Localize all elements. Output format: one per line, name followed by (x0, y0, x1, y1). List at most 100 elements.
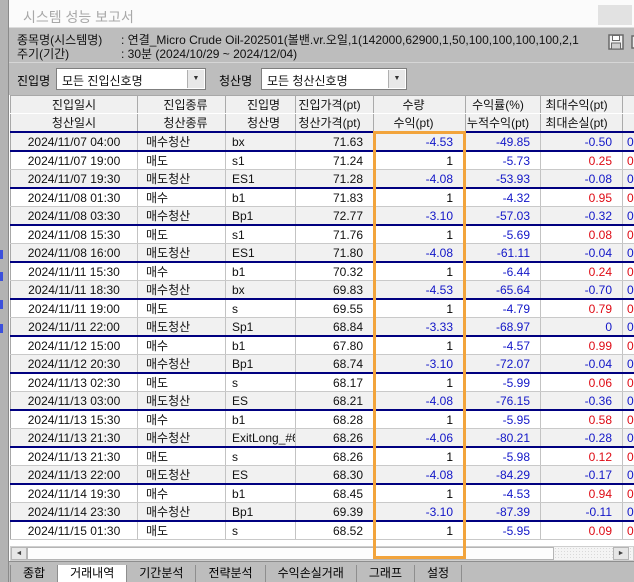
cell-signal-name[interactable]: s (226, 373, 296, 392)
cell-datetime[interactable]: 2024/11/08 16:00 (11, 244, 138, 263)
cell-max-profit-loss[interactable]: -0.36 (541, 392, 623, 411)
cell-clipped-edge[interactable]: 0 (623, 318, 634, 337)
cell-max-profit-loss[interactable]: 0 (541, 318, 623, 337)
cell-clipped-edge[interactable]: 0 (623, 521, 634, 540)
cell-price[interactable]: 68.74 (296, 355, 374, 374)
cell-clipped-edge[interactable]: 0 (623, 373, 634, 392)
cell-datetime[interactable]: 2024/11/14 19:30 (11, 484, 138, 503)
cell-max-profit-loss[interactable]: 0.25 (541, 151, 623, 170)
tab-전략분석[interactable]: 전략분석 (196, 565, 265, 582)
cell-rate-cumulative[interactable]: -4.79 (466, 299, 541, 318)
cell-max-profit-loss[interactable]: 0.12 (541, 447, 623, 466)
table-row[interactable]: 2024/11/13 15:30매수b168.281-5.950.580 (11, 410, 634, 429)
table-row[interactable]: 2024/11/07 19:00매도s171.241-5.730.250 (11, 151, 634, 170)
cell-price[interactable]: 69.55 (296, 299, 374, 318)
cell-max-profit-loss[interactable]: -0.08 (541, 170, 623, 189)
cell-max-profit-loss[interactable]: 0.06 (541, 373, 623, 392)
cell-rate-cumulative[interactable]: -72.07 (466, 355, 541, 374)
cell-clipped-edge[interactable]: 0 (623, 299, 634, 318)
cell-rate-cumulative[interactable]: -5.95 (466, 521, 541, 540)
cell-price[interactable]: 68.26 (296, 429, 374, 448)
cell-trade-type[interactable]: 매수청산 (138, 429, 226, 448)
cell-datetime[interactable]: 2024/11/08 01:30 (11, 188, 138, 207)
cell-signal-name[interactable]: b1 (226, 410, 296, 429)
cell-signal-name[interactable]: Sp1 (226, 318, 296, 337)
table-row[interactable]: 2024/11/08 16:00매도청산ES171.80-4.08-61.11-… (11, 244, 634, 263)
table-row[interactable]: 2024/11/11 22:00매도청산Sp168.84-3.33-68.970… (11, 318, 634, 337)
table-row[interactable]: 2024/11/08 15:30매도s171.761-5.690.080 (11, 225, 634, 244)
cell-qty-profit[interactable]: 1 (374, 188, 466, 207)
cell-price[interactable]: 68.52 (296, 521, 374, 540)
cell-price[interactable]: 68.30 (296, 466, 374, 485)
cell-price[interactable]: 71.63 (296, 132, 374, 151)
cell-max-profit-loss[interactable]: -0.32 (541, 207, 623, 226)
cell-trade-type[interactable]: 매수청산 (138, 207, 226, 226)
cell-max-profit-loss[interactable]: 0.58 (541, 410, 623, 429)
cell-price[interactable]: 69.39 (296, 503, 374, 522)
cell-datetime[interactable]: 2024/11/14 23:30 (11, 503, 138, 522)
cell-clipped-edge[interactable]: 0 (623, 262, 634, 281)
cell-qty-profit[interactable]: 1 (374, 521, 466, 540)
cell-qty-profit[interactable]: 1 (374, 484, 466, 503)
cell-qty-profit[interactable]: -4.53 (374, 281, 466, 300)
cell-datetime[interactable]: 2024/11/11 19:00 (11, 299, 138, 318)
cell-qty-profit[interactable]: 1 (374, 225, 466, 244)
cell-signal-name[interactable]: s1 (226, 225, 296, 244)
table-row[interactable]: 2024/11/15 01:30매도s68.521-5.950.090 (11, 521, 634, 540)
cell-rate-cumulative[interactable]: -76.15 (466, 392, 541, 411)
cell-qty-profit[interactable]: -3.33 (374, 318, 466, 337)
cell-clipped-edge[interactable]: 0 (623, 355, 634, 374)
cell-datetime[interactable]: 2024/11/13 02:30 (11, 373, 138, 392)
cell-rate-cumulative[interactable]: -4.57 (466, 336, 541, 355)
cell-max-profit-loss[interactable]: -0.70 (541, 281, 623, 300)
cell-signal-name[interactable]: bx (226, 132, 296, 151)
tab-거래내역[interactable]: 거래내역 (58, 565, 127, 582)
cell-signal-name[interactable]: Bp1 (226, 503, 296, 522)
table-row[interactable]: 2024/11/13 02:30매도s68.171-5.990.060 (11, 373, 634, 392)
cell-signal-name[interactable]: s (226, 521, 296, 540)
cell-signal-name[interactable]: ES1 (226, 170, 296, 189)
cell-rate-cumulative[interactable]: -5.98 (466, 447, 541, 466)
cell-datetime[interactable]: 2024/11/13 22:00 (11, 466, 138, 485)
scroll-right-arrow-icon[interactable]: ► (613, 547, 629, 560)
cell-max-profit-loss[interactable]: 0.24 (541, 262, 623, 281)
cell-datetime[interactable]: 2024/11/07 19:00 (11, 151, 138, 170)
cell-qty-profit[interactable]: -4.08 (374, 466, 466, 485)
cell-trade-type[interactable]: 매도 (138, 299, 226, 318)
cell-datetime[interactable]: 2024/11/13 15:30 (11, 410, 138, 429)
table-row[interactable]: 2024/11/13 22:00매도청산ES68.30-4.08-84.29-0… (11, 466, 634, 485)
cell-rate-cumulative[interactable]: -5.99 (466, 373, 541, 392)
table-row[interactable]: 2024/11/13 21:30매도s68.261-5.980.120 (11, 447, 634, 466)
cell-max-profit-loss[interactable]: 0.09 (541, 521, 623, 540)
cell-price[interactable]: 67.80 (296, 336, 374, 355)
table-row[interactable]: 2024/11/14 19:30매수b168.451-4.530.940 (11, 484, 634, 503)
cell-trade-type[interactable]: 매도 (138, 151, 226, 170)
cell-price[interactable]: 68.28 (296, 410, 374, 429)
table-row[interactable]: 2024/11/12 20:30매수청산Bp168.74-3.10-72.07-… (11, 355, 634, 374)
window-control-button[interactable] (598, 5, 632, 25)
cell-qty-profit[interactable]: -3.10 (374, 207, 466, 226)
cell-clipped-edge[interactable]: 0 (623, 336, 634, 355)
cell-trade-type[interactable]: 매수 (138, 410, 226, 429)
cell-rate-cumulative[interactable]: -68.97 (466, 318, 541, 337)
cell-clipped-edge[interactable]: 0 (623, 429, 634, 448)
cell-qty-profit[interactable]: 1 (374, 299, 466, 318)
cell-datetime[interactable]: 2024/11/13 21:30 (11, 447, 138, 466)
exit-signal-select[interactable]: 모든 청산신호명 ▼ (261, 68, 407, 90)
cell-qty-profit[interactable]: 1 (374, 151, 466, 170)
tab-종합[interactable]: 종합 (10, 565, 58, 582)
cell-datetime[interactable]: 2024/11/12 15:00 (11, 336, 138, 355)
cell-datetime[interactable]: 2024/11/11 22:00 (11, 318, 138, 337)
cell-price[interactable]: 72.77 (296, 207, 374, 226)
chevron-down-icon[interactable]: ▼ (187, 70, 204, 88)
table-row[interactable]: 2024/11/08 01:30매수b171.831-4.320.950 (11, 188, 634, 207)
cell-price[interactable]: 68.84 (296, 318, 374, 337)
chevron-down-icon[interactable]: ▼ (388, 70, 405, 88)
cell-clipped-edge[interactable]: 0 (623, 281, 634, 300)
cell-rate-cumulative[interactable]: -57.03 (466, 207, 541, 226)
cell-qty-profit[interactable]: 1 (374, 373, 466, 392)
cell-clipped-edge[interactable]: 0 (623, 207, 634, 226)
cell-trade-type[interactable]: 매수 (138, 484, 226, 503)
cell-max-profit-loss[interactable]: 0.08 (541, 225, 623, 244)
cell-rate-cumulative[interactable]: -61.11 (466, 244, 541, 263)
